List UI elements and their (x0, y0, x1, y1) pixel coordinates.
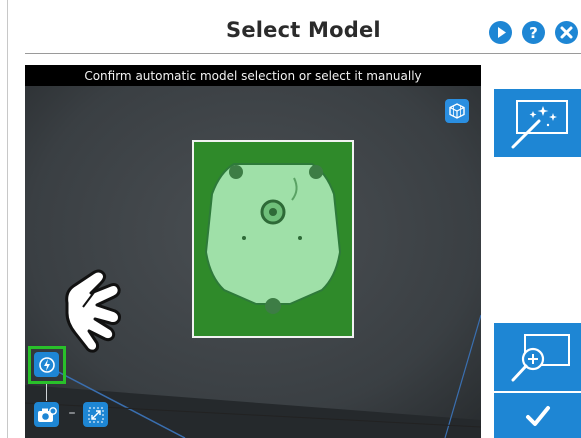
zoom-select-model-button[interactable] (494, 323, 581, 391)
expand-icon (88, 407, 103, 422)
header-divider (25, 53, 581, 54)
tool-connector: – (68, 405, 76, 421)
3d-view-icon (449, 103, 465, 119)
camera-settings-button[interactable] (34, 402, 59, 427)
3d-view-button[interactable] (445, 99, 469, 123)
close-button[interactable] (555, 21, 578, 44)
magic-wand-icon (511, 100, 568, 149)
expand-button[interactable] (83, 402, 108, 427)
header: Select Model ? (0, 0, 581, 54)
detected-part (204, 163, 342, 314)
auto-select-model-button[interactable] (494, 89, 581, 157)
auto-detect-icon (38, 356, 55, 373)
zoom-in-icon (511, 334, 570, 382)
confirm-button[interactable] (494, 393, 581, 438)
play-button[interactable] (489, 21, 512, 44)
left-divider (7, 0, 8, 438)
camera-viewport[interactable]: Confirm automatic model selection or sel… (25, 65, 481, 438)
instruction-banner: Confirm automatic model selection or sel… (25, 65, 481, 86)
checkmark-icon (525, 405, 550, 426)
detected-model-frame[interactable] (192, 140, 354, 338)
play-icon (498, 27, 506, 38)
auto-detect-button[interactable] (34, 352, 59, 377)
help-button[interactable]: ? (522, 21, 545, 44)
help-icon: ? (529, 23, 538, 42)
page-title: Select Model (226, 18, 381, 42)
tool-connector-vertical (46, 384, 47, 401)
pointing-hand-icon (65, 269, 121, 353)
close-icon (560, 26, 573, 39)
camera-settings-icon (37, 406, 57, 422)
